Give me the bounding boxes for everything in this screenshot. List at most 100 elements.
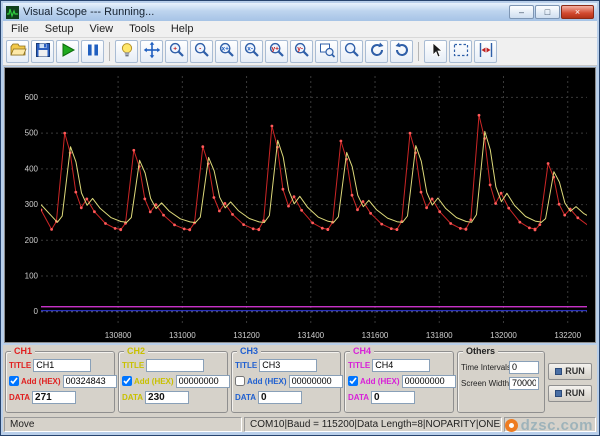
toolbar-button-bulb[interactable]	[115, 40, 138, 63]
ch4-addr-checkbox[interactable]	[348, 376, 358, 386]
zoom-in-icon: +	[168, 41, 186, 62]
svg-text:131200: 131200	[233, 331, 260, 340]
svg-text:131600: 131600	[362, 331, 389, 340]
menu-setup[interactable]: Setup	[37, 22, 82, 36]
svg-text:600: 600	[25, 93, 39, 102]
menu-help[interactable]: Help	[163, 22, 202, 36]
close-button[interactable]: ×	[561, 5, 594, 19]
svg-text:500: 500	[25, 129, 39, 138]
svg-text:400: 400	[25, 164, 39, 173]
ch1-data-value: 271	[32, 390, 77, 404]
toolbar-button-zoom-out[interactable]: -	[190, 40, 213, 63]
run-icon	[59, 41, 77, 62]
data-label: DATA	[9, 392, 31, 402]
toolbar-button-cursor[interactable]	[424, 40, 447, 63]
ch4-title-input[interactable]	[372, 358, 431, 372]
ch3-data-value: 0	[258, 390, 303, 404]
ch1-title-input[interactable]	[33, 358, 92, 372]
toolbar-separator	[418, 42, 419, 61]
redo-icon	[393, 41, 411, 62]
toolbar-button-redo[interactable]	[390, 40, 413, 63]
channel-title: CH3	[237, 346, 262, 356]
channel-title: CH2	[124, 346, 149, 356]
addr-label: Add (HEX)	[360, 376, 400, 386]
toolbar-button-zoom-x-out[interactable]: x-	[240, 40, 263, 63]
svg-text:100: 100	[25, 272, 39, 281]
menu-bar: File Setup View Tools Help	[3, 21, 597, 38]
save-icon	[34, 41, 52, 62]
svg-text:131000: 131000	[169, 331, 196, 340]
window-title: Visual Scope --- Running...	[23, 6, 155, 18]
screen-width-label: Screen Width	[461, 378, 510, 388]
status-bar: Move COM10|Baud = 115200|Data Length=8|N…	[3, 415, 597, 432]
status-mode: Move	[4, 416, 242, 432]
run-icon	[555, 367, 563, 375]
status-extra	[504, 416, 596, 432]
toolbar-button-zoom-y-out[interactable]: y-	[290, 40, 313, 63]
menu-file[interactable]: File	[3, 22, 37, 36]
ch4-data-value: 0	[371, 390, 416, 404]
run-button-label: RUN	[565, 388, 585, 398]
run-button-2[interactable]: RUN	[548, 384, 592, 402]
svg-text:x-: x-	[247, 46, 253, 53]
data-label: DATA	[235, 392, 257, 402]
toolbar: + - x+ x-y+ y-	[3, 38, 597, 66]
run-button-1[interactable]: RUN	[548, 362, 592, 380]
cursor-icon	[427, 41, 445, 62]
ch2-addr-input[interactable]	[175, 374, 230, 388]
toolbar-button-pause[interactable]	[81, 40, 104, 63]
svg-text:+: +	[173, 46, 177, 53]
ch3-title-input[interactable]	[259, 358, 318, 372]
svg-text:0: 0	[34, 307, 39, 316]
app-icon	[6, 5, 19, 19]
toolbar-button-zoom-reset[interactable]	[340, 40, 363, 63]
toolbar-button-undo[interactable]	[365, 40, 388, 63]
zoom-out-icon: -	[193, 41, 211, 62]
time-intervals-input[interactable]	[509, 360, 539, 374]
toolbar-button-open[interactable]	[6, 40, 29, 63]
minimize-button[interactable]: –	[509, 5, 534, 19]
undo-icon	[368, 41, 386, 62]
title-bar: Visual Scope --- Running... – □ ×	[3, 3, 597, 21]
toolbar-button-zoom-y-in[interactable]: y+	[265, 40, 288, 63]
toolbar-button-zoom-x-in[interactable]: x+	[215, 40, 238, 63]
menu-tools[interactable]: Tools	[121, 22, 163, 36]
channel-panel-ch4: CH4 TITLE Add (HEX) DATA 0	[344, 346, 456, 413]
toolbar-button-zoom-window[interactable]	[315, 40, 338, 63]
channel-panel-ch2: CH2 TITLE Add (HEX) DATA 230	[118, 346, 230, 413]
ch1-addr-input[interactable]	[62, 374, 117, 388]
screen-width-input[interactable]	[509, 376, 539, 390]
zoom-reset-icon	[343, 41, 361, 62]
toolbar-button-select-region[interactable]	[449, 40, 472, 63]
svg-text:200: 200	[25, 236, 39, 245]
toolbar-button-zoom-in[interactable]: +	[165, 40, 188, 63]
ch4-addr-input[interactable]	[401, 374, 456, 388]
svg-text:x+: x+	[221, 46, 229, 53]
toolbar-button-pan[interactable]	[140, 40, 163, 63]
ch1-addr-checkbox[interactable]	[9, 376, 19, 386]
svg-text:132000: 132000	[490, 331, 517, 340]
ch3-addr-input[interactable]	[288, 374, 343, 388]
maximize-button[interactable]: □	[535, 5, 560, 19]
addr-label: Add (HEX)	[247, 376, 287, 386]
toolbar-button-save[interactable]	[31, 40, 54, 63]
pan-icon	[143, 41, 161, 62]
toolbar-button-run[interactable]	[56, 40, 79, 63]
run-button-label: RUN	[565, 366, 585, 376]
zoom-y-in-icon: y+	[268, 41, 286, 62]
data-label: DATA	[122, 392, 144, 402]
time-intervals-label: Time Intervals	[461, 362, 511, 372]
addr-label: Add (HEX)	[21, 376, 61, 386]
ch2-addr-checkbox[interactable]	[122, 376, 132, 386]
menu-view[interactable]: View	[81, 22, 121, 36]
plot-canvas[interactable]: 130800 131000 131200 131400 131600 131800 1320…	[5, 68, 595, 342]
run-icon	[555, 389, 563, 397]
channel-panel-ch1: CH1 TITLE Add (HEX) DATA 271	[5, 346, 117, 413]
svg-text:y+: y+	[271, 46, 279, 53]
svg-text:131800: 131800	[426, 331, 453, 340]
ch3-addr-checkbox[interactable]	[235, 376, 245, 386]
ch2-title-input[interactable]	[146, 358, 205, 372]
toolbar-button-measure[interactable]	[474, 40, 497, 63]
ch2-data-value: 230	[145, 390, 190, 404]
channel-row: CH1 TITLE Add (HEX) DATA 271 CH2 TITLE A…	[3, 345, 597, 415]
